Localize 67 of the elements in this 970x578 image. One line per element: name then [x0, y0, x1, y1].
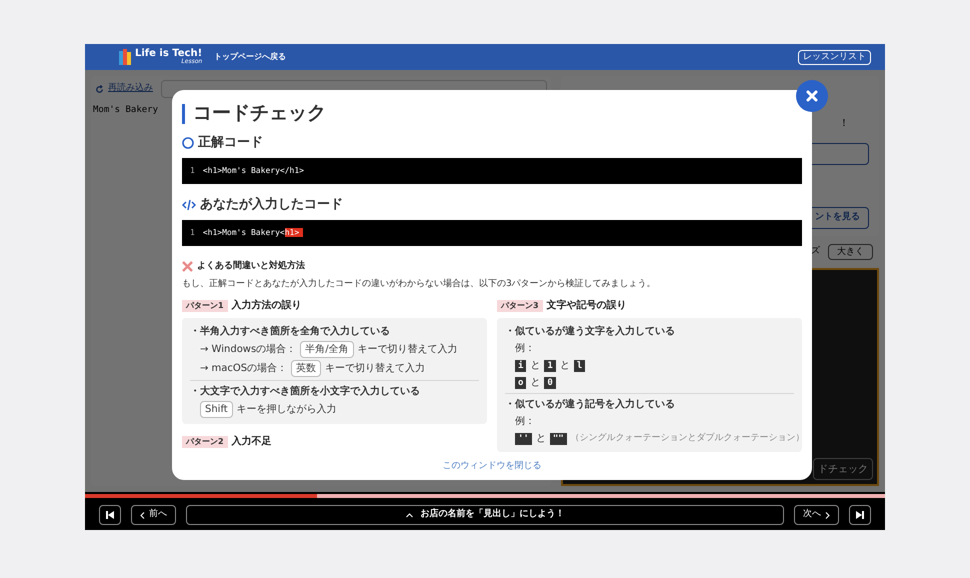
lesson-list-button[interactable]: レッスンリスト [798, 50, 871, 64]
size-button[interactable]: 大きく [828, 244, 873, 260]
line-number: 1 [190, 165, 195, 177]
code-line: <h1>Mom's Bakery<h1> [202, 227, 304, 239]
code-line: <h1>Mom's Bakery</h1> [202, 165, 304, 177]
chevron-right-icon [825, 512, 830, 518]
close-icon [806, 90, 818, 102]
last-step-button[interactable] [849, 505, 871, 525]
close-window-link[interactable]: このウィンドウを閉じる [442, 460, 542, 474]
pattern-tag: パターン1 [182, 300, 228, 312]
step-title-button[interactable]: お店の名前を「見出し」にしよう！ [186, 505, 784, 525]
key-label: 半角/全角 [300, 341, 354, 358]
chevron-left-icon [140, 512, 145, 518]
title-accent [182, 104, 185, 124]
code-icon [182, 199, 196, 211]
cross-icon [182, 261, 193, 272]
size-label: ズ [811, 245, 820, 258]
section-heading: 正解コード [198, 134, 263, 152]
intro-text: もし、正解コードとあなたが入力したコードの違いがわからない場合は、以下の3パターンから検証してみましょう。 [182, 278, 657, 290]
task-text: ！ [839, 117, 850, 131]
pattern-title: 入力方法の誤り [232, 298, 302, 313]
hint-text: と [530, 359, 540, 373]
mistake-text: ・半角入力すべき箇所を全角で入力している [190, 324, 391, 339]
mistake-text: ・似ているが違う文字を入力している [505, 324, 676, 339]
code-check-button[interactable]: ドチェック [813, 458, 873, 480]
mistake-text: ・大文字で入力すべき箇所を小文字で入力している [190, 384, 421, 399]
reload-icon [95, 84, 104, 94]
dialog-title: コードチェック [193, 101, 326, 126]
character-sample: 0 [544, 376, 556, 388]
mistakes-heading: よくある間違いと対処方法 [197, 260, 305, 273]
logo-text: Life is Tech! [135, 49, 202, 59]
key-label: 英数 [291, 360, 322, 377]
character-sample: 1 [544, 360, 556, 372]
hint-text: キーを押しながら入力 [236, 402, 337, 417]
prev-button[interactable]: 前へ [131, 505, 176, 525]
hint-text: → macOSの場合： [200, 362, 288, 376]
pattern-title: 入力不足 [232, 434, 272, 449]
key-label: Shift [200, 401, 233, 418]
character-sample: o [515, 376, 526, 388]
back-link[interactable]: トップページへ戻る [214, 51, 286, 63]
skip-back-icon [106, 511, 114, 519]
pattern-tag: パターン2 [182, 436, 228, 448]
skip-forward-icon [856, 511, 864, 519]
hint-text: キーで切り替えて入力 [325, 362, 426, 376]
mistake-text: ・似ているが違う記号を入力している [505, 398, 676, 412]
hint-text: キーで切り替えて入力 [358, 342, 458, 357]
first-step-button[interactable] [99, 505, 121, 525]
hint-text: と [560, 359, 570, 373]
character-sample: "" [550, 432, 567, 444]
chevron-up-icon [406, 512, 412, 518]
character-sample: i [515, 360, 526, 372]
section-heading: あなたが入力したコード [200, 196, 343, 214]
character-sample: '' [515, 432, 532, 444]
circle-icon [182, 137, 194, 149]
logo-icon [119, 49, 131, 65]
note-text: （シングルクォーテーションとダブルクォーテーション） [570, 432, 805, 445]
preview-text: Mom's Bakery [93, 104, 158, 117]
pattern-title: 文字や記号の誤り [546, 298, 627, 313]
hint-text: 例： [515, 415, 535, 429]
line-number: 1 [190, 227, 195, 239]
hint-text: 例： [515, 342, 535, 356]
hint-text: → Windowsの場合： [200, 343, 296, 357]
hint-text: と [530, 376, 540, 390]
pattern-tag: パターン3 [497, 300, 543, 312]
next-button[interactable]: 次へ [794, 505, 839, 525]
hint-text: と [536, 432, 546, 446]
character-sample: l [574, 360, 586, 372]
